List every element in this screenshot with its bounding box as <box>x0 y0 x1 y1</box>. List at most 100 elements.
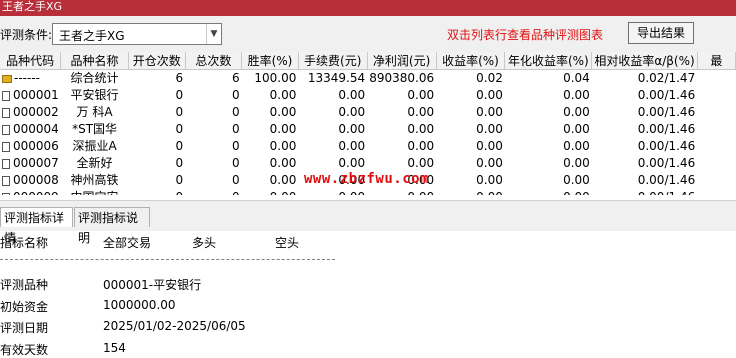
detail-col-long: 多头 <box>192 236 217 250</box>
export-button[interactable]: 导出结果 <box>628 22 694 44</box>
cell-value: 0.00 <box>338 88 366 102</box>
detail-divider <box>0 259 335 260</box>
cell-value: 0.00 <box>476 173 503 187</box>
cell-value: 0 <box>175 139 184 153</box>
cell-value: 0.00 <box>338 122 366 136</box>
cell-value: 0.00 <box>298 189 367 195</box>
cell-value: 0.00 <box>407 88 435 102</box>
cell-value: 0 <box>128 189 185 195</box>
cell-value: 0.00 <box>242 189 299 195</box>
detail-label-symbol: 评测品种 <box>0 278 49 292</box>
cell-empty <box>697 87 735 104</box>
detail-col-short: 空头 <box>275 236 300 250</box>
cell-value: 0.00 <box>563 156 590 170</box>
cell-empty <box>697 104 735 121</box>
cell-value: 0.04 <box>563 71 590 85</box>
cell-value: 0 <box>231 173 240 187</box>
tab-explain[interactable]: 评测指标说明 <box>74 207 150 245</box>
cell-code: 000002 <box>0 104 61 121</box>
column-header[interactable]: 相对收益率α/β(%) <box>591 52 698 70</box>
cell-value: 890380.06 <box>369 71 435 85</box>
checkbox-icon[interactable] <box>2 141 10 152</box>
column-header[interactable]: 手续费(元) <box>298 52 368 70</box>
checkbox-icon[interactable] <box>2 107 10 118</box>
cell-value: 0.00 <box>563 88 590 102</box>
detail-value-capital: 1000000.00 <box>103 298 176 312</box>
detail-col-indicator: 指标名称 <box>0 236 49 250</box>
cell-value: 0.00 <box>269 105 297 119</box>
cell-value: 0 <box>175 105 184 119</box>
cell-code: 000009 <box>0 189 61 195</box>
column-header[interactable]: 最 <box>697 52 736 70</box>
checkbox-icon[interactable] <box>2 175 10 186</box>
cell-value: 0 <box>231 122 240 136</box>
column-header[interactable]: 品种名称 <box>60 52 129 70</box>
column-header[interactable]: 净利润(元) <box>367 52 437 70</box>
cell-name: 综合统计 <box>70 71 119 85</box>
condition-value: 王者之手XG <box>59 29 125 43</box>
column-header[interactable]: 收益率(%) <box>436 52 506 70</box>
column-header[interactable]: 年化收益率(%) <box>504 52 593 70</box>
detail-label-days: 有效天数 <box>0 343 49 357</box>
detail-value-days: 154 <box>103 341 126 355</box>
cell-empty <box>697 138 735 155</box>
watermark-text: www.zbzfwu.com <box>304 171 430 187</box>
column-header[interactable]: 开仓次数 <box>128 52 186 70</box>
cell-empty <box>697 121 735 138</box>
detail-panel: 指标名称 全部交易 多头 空头 评测品种 000001-平安银行 初始资金 10… <box>0 230 736 357</box>
cell-value: 6 <box>231 71 240 85</box>
cell-value: 0 <box>231 139 240 153</box>
cell-value: 0.00/1.46 <box>637 173 696 187</box>
cell-empty <box>697 189 735 195</box>
cell-value: 0.00 <box>407 122 435 136</box>
cell-code: 000001 <box>0 87 61 104</box>
table-row[interactable]: 000006 深振业A 0 0 0.00 0.00 0.00 0.00 0.00 0.00/1.4… <box>0 138 736 155</box>
cell-code-text: 000002 <box>13 105 59 119</box>
cell-value: 0.00 <box>367 189 436 195</box>
checkbox-icon[interactable] <box>2 192 10 195</box>
cell-value: 0.02/1.47 <box>637 71 696 85</box>
cell-code-text: 000001 <box>13 88 59 102</box>
cell-name: 万 科A <box>76 105 113 119</box>
cell-code-text: 000009 <box>13 190 59 195</box>
cell-value: 0.00 <box>436 189 505 195</box>
hint-text: 双击列表行查看品种评测图表 <box>447 28 604 42</box>
table-row[interactable]: 000002 万 科A 0 0 0.00 0.00 0.00 0.00 0.00 0.00/1.4… <box>0 104 736 121</box>
checkbox-icon[interactable] <box>2 158 10 169</box>
cell-value: 0.00 <box>407 105 435 119</box>
column-header[interactable]: 品种代码 <box>0 52 62 70</box>
cell-code: 000004 <box>0 121 61 138</box>
detail-col-all: 全部交易 <box>103 236 152 250</box>
cell-value: 0.00 <box>563 173 590 187</box>
cell-value: 0.00 <box>338 105 366 119</box>
cell-value: 6 <box>175 71 184 85</box>
cell-value: 0.00 <box>269 173 297 187</box>
cell-value: 0.00/1.46 <box>592 189 697 195</box>
table-row[interactable]: 000009中国宝安000.000.000.000.000.000.00/1.4… <box>0 189 736 195</box>
detail-label-capital: 初始资金 <box>0 300 49 314</box>
table-row[interactable]: ------ 综合统计 6 6 100.00 13349.54 890380.06 0.02 0… <box>0 70 736 88</box>
cell-value: 0.00/1.46 <box>637 105 696 119</box>
chevron-down-icon[interactable]: ▼ <box>206 24 221 44</box>
cell-code: ------ <box>0 70 61 88</box>
cell-value: 0.00 <box>476 105 503 119</box>
cell-code-text: ------ <box>14 71 40 85</box>
checkbox-icon[interactable] <box>2 90 10 101</box>
checkbox-icon[interactable] <box>2 124 10 135</box>
column-header[interactable]: 胜率(%) <box>241 52 299 70</box>
cell-value: 0.00 <box>269 156 297 170</box>
tab-details[interactable]: 评测指标详情 <box>0 207 73 245</box>
cell-value: 0 <box>175 156 184 170</box>
cell-value: 0.00 <box>476 139 503 153</box>
cell-code-text: 000006 <box>13 139 59 153</box>
toolbar: 评测条件: 王者之手XG ▼ 双击列表行查看品种评测图表 导出结果 <box>0 16 736 52</box>
table-row[interactable]: 000001 平安银行 0 0 0.00 0.00 0.00 0.00 0.00 0.00/1.4… <box>0 87 736 104</box>
condition-select[interactable]: 王者之手XG ▼ <box>52 23 222 45</box>
cell-value: 0 <box>231 88 240 102</box>
table-row[interactable]: 000004 *ST国华 0 0 0.00 0.00 0.00 0.00 0.00 0.00/1.… <box>0 121 736 138</box>
cell-value: 0 <box>185 189 241 195</box>
column-header[interactable]: 总次数 <box>185 52 243 70</box>
cell-name: 中国宝安 <box>61 189 128 195</box>
cell-value: 100.00 <box>254 71 297 85</box>
table-row[interactable]: 000007 全新好 0 0 0.00 0.00 0.00 0.00 0.00 0.00/1.46 <box>0 155 736 172</box>
